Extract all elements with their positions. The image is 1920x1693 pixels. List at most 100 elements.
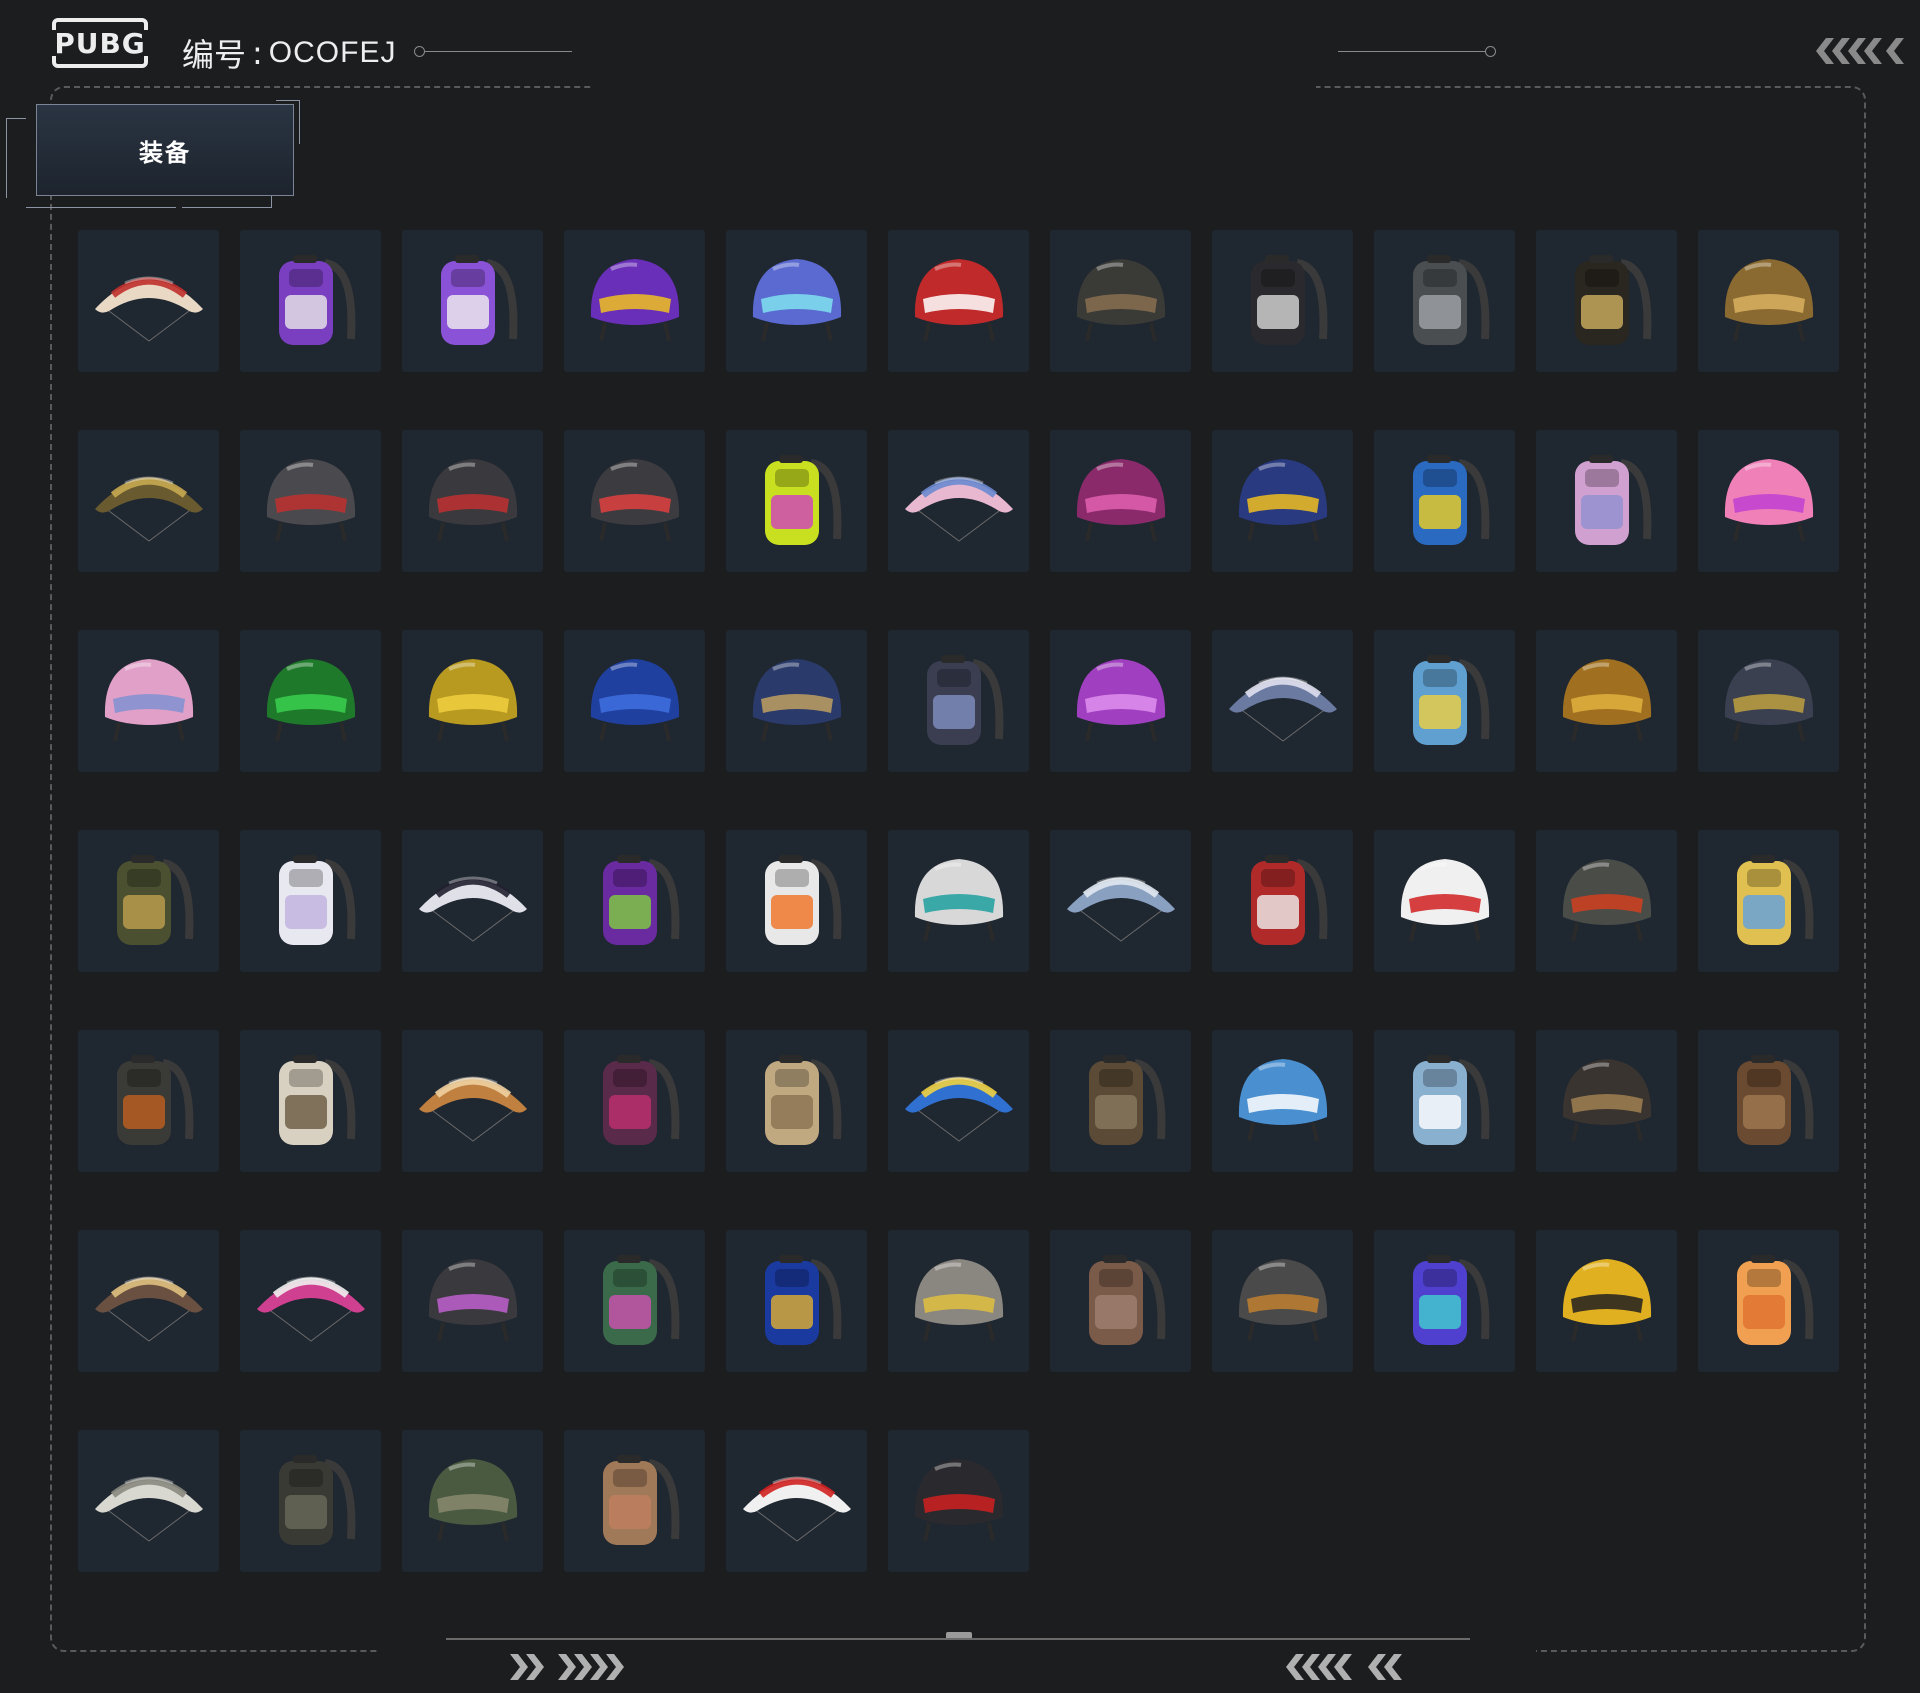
equipment-item-64[interactable] xyxy=(1374,1230,1515,1372)
equipment-item-48[interactable] xyxy=(564,1030,705,1172)
equipment-item-34[interactable] xyxy=(78,830,219,972)
equipment-item-44[interactable] xyxy=(1698,830,1839,972)
header-dot-left xyxy=(414,46,425,57)
equipment-item-66[interactable] xyxy=(1698,1230,1839,1372)
equipment-item-35[interactable] xyxy=(240,830,381,972)
equipment-item-46[interactable] xyxy=(240,1030,381,1172)
equipment-item-30[interactable] xyxy=(1212,630,1353,772)
equipment-item-60[interactable] xyxy=(726,1230,867,1372)
equipment-item-42[interactable] xyxy=(1374,830,1515,972)
equipment-item-58[interactable] xyxy=(402,1230,543,1372)
helmet-icon xyxy=(1724,659,1813,742)
logo-text: PUBG xyxy=(54,26,146,60)
chevrons-left-icon xyxy=(1816,38,1904,64)
parachute-icon xyxy=(256,1276,365,1342)
equipment-item-57[interactable] xyxy=(240,1230,381,1372)
equipment-item-65[interactable] xyxy=(1536,1230,1677,1372)
equipment-item-72[interactable] xyxy=(888,1430,1029,1572)
backpack-icon xyxy=(1412,655,1489,745)
backpack-icon xyxy=(1412,255,1489,345)
helmet-icon xyxy=(1238,1259,1327,1342)
equipment-item-18[interactable] xyxy=(1050,430,1191,572)
equipment-item-67[interactable] xyxy=(78,1430,219,1572)
backpack-icon xyxy=(926,655,1003,745)
backpack-icon xyxy=(602,1255,679,1345)
equipment-item-71[interactable] xyxy=(726,1430,867,1572)
equipment-item-38[interactable] xyxy=(726,830,867,972)
equipment-item-45[interactable] xyxy=(78,1030,219,1172)
equipment-item-61[interactable] xyxy=(888,1230,1029,1372)
backpack-icon xyxy=(1412,455,1489,545)
helmet-icon xyxy=(590,459,679,542)
equipment-item-1[interactable] xyxy=(78,230,219,372)
helmet-icon xyxy=(266,659,355,742)
equipment-item-31[interactable] xyxy=(1374,630,1515,772)
helmet-icon xyxy=(266,459,355,542)
helmet-icon xyxy=(428,1459,517,1542)
equipment-item-9[interactable] xyxy=(1374,230,1515,372)
equipment-item-16[interactable] xyxy=(726,430,867,572)
backpack-icon xyxy=(764,1055,841,1145)
tab-equipment-label: 装备 xyxy=(139,138,191,167)
equipment-item-70[interactable] xyxy=(564,1430,705,1572)
equipment-item-41[interactable] xyxy=(1212,830,1353,972)
equipment-item-23[interactable] xyxy=(78,630,219,772)
equipment-item-52[interactable] xyxy=(1212,1030,1353,1172)
equipment-item-2[interactable] xyxy=(240,230,381,372)
equipment-item-56[interactable] xyxy=(78,1230,219,1372)
equipment-item-68[interactable] xyxy=(240,1430,381,1572)
backpack-icon xyxy=(440,255,517,345)
equipment-item-8[interactable] xyxy=(1212,230,1353,372)
equipment-item-21[interactable] xyxy=(1536,430,1677,572)
equipment-item-20[interactable] xyxy=(1374,430,1515,572)
equipment-item-5[interactable] xyxy=(726,230,867,372)
equipment-item-49[interactable] xyxy=(726,1030,867,1172)
equipment-item-33[interactable] xyxy=(1698,630,1839,772)
backpack-icon xyxy=(1736,855,1813,945)
equipment-item-11[interactable] xyxy=(1698,230,1839,372)
backpack-icon xyxy=(278,255,355,345)
equipment-item-63[interactable] xyxy=(1212,1230,1353,1372)
equipment-item-13[interactable] xyxy=(240,430,381,572)
equipment-item-22[interactable] xyxy=(1698,430,1839,572)
equipment-item-40[interactable] xyxy=(1050,830,1191,972)
equipment-item-55[interactable] xyxy=(1698,1030,1839,1172)
equipment-item-19[interactable] xyxy=(1212,430,1353,572)
equipment-item-7[interactable] xyxy=(1050,230,1191,372)
equipment-item-28[interactable] xyxy=(888,630,1029,772)
equipment-item-69[interactable] xyxy=(402,1430,543,1572)
equipment-item-10[interactable] xyxy=(1536,230,1677,372)
equipment-item-43[interactable] xyxy=(1536,830,1677,972)
equipment-item-26[interactable] xyxy=(564,630,705,772)
equipment-item-25[interactable] xyxy=(402,630,543,772)
backpack-icon xyxy=(116,855,193,945)
equipment-item-51[interactable] xyxy=(1050,1030,1191,1172)
equipment-item-53[interactable] xyxy=(1374,1030,1515,1172)
equipment-item-27[interactable] xyxy=(726,630,867,772)
equipment-item-12[interactable] xyxy=(78,430,219,572)
backpack-icon xyxy=(278,1055,355,1145)
equipment-item-47[interactable] xyxy=(402,1030,543,1172)
helmet-icon xyxy=(752,259,841,342)
equipment-item-37[interactable] xyxy=(564,830,705,972)
header-divider-left xyxy=(420,51,572,52)
pubg-logo: PUBG xyxy=(51,18,149,68)
equipment-item-15[interactable] xyxy=(564,430,705,572)
equipment-item-17[interactable] xyxy=(888,430,1029,572)
equipment-item-50[interactable] xyxy=(888,1030,1029,1172)
equipment-item-32[interactable] xyxy=(1536,630,1677,772)
tab-equipment[interactable]: 装备 xyxy=(36,104,294,196)
equipment-item-54[interactable] xyxy=(1536,1030,1677,1172)
equipment-item-29[interactable] xyxy=(1050,630,1191,772)
equipment-item-6[interactable] xyxy=(888,230,1029,372)
equipment-item-36[interactable] xyxy=(402,830,543,972)
equipment-item-62[interactable] xyxy=(1050,1230,1191,1372)
equipment-item-24[interactable] xyxy=(240,630,381,772)
equipment-item-3[interactable] xyxy=(402,230,543,372)
equipment-item-4[interactable] xyxy=(564,230,705,372)
equipment-item-39[interactable] xyxy=(888,830,1029,972)
parachute-icon xyxy=(418,876,527,942)
equipment-item-59[interactable] xyxy=(564,1230,705,1372)
equipment-item-14[interactable] xyxy=(402,430,543,572)
frame-gap-top xyxy=(592,80,1316,94)
